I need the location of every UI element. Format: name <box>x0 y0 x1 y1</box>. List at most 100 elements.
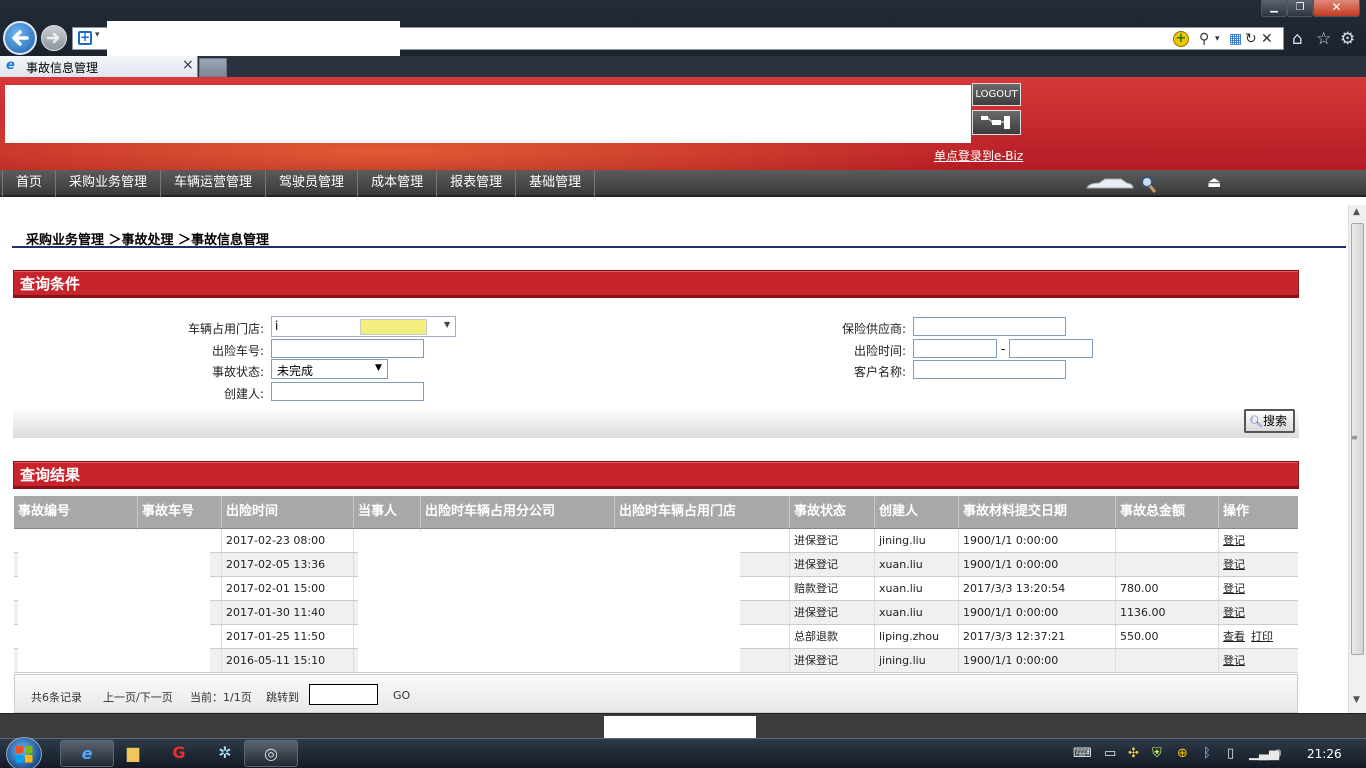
store-select[interactable]: i ▼ <box>271 316 456 337</box>
tab-accident-info[interactable]: e 事故信息管理 × <box>0 56 198 77</box>
pagination-bar: 共6条记录 上一页/下一页 当前：1/1页 跳转到 GO <box>14 674 1298 713</box>
taskbar-remote-icon[interactable]: ◎ <box>244 740 298 767</box>
insurer-label: 保险供应商: <box>841 322 906 336</box>
column-header[interactable]: 出险时车辆占用门店 <box>615 496 790 528</box>
status-select[interactable]: 未完成 ▼ <box>271 359 388 379</box>
column-header[interactable]: 事故总金额 <box>1116 496 1219 528</box>
customer-label: 客户名称: <box>853 365 906 379</box>
column-header[interactable]: 创建人 <box>875 496 959 528</box>
refresh-icon[interactable]: ↻ <box>1245 31 1257 47</box>
jump-page-input[interactable] <box>309 684 378 705</box>
column-header[interactable]: 操作 <box>1219 496 1298 528</box>
forward-button[interactable] <box>41 25 67 51</box>
column-header[interactable]: 事故状态 <box>790 496 875 528</box>
search-button-label: 搜索 <box>1262 414 1287 428</box>
compatibility-icon[interactable]: + <box>1173 31 1189 47</box>
results-section-header: 查询结果 <box>13 461 1299 489</box>
menu-item-home[interactable]: 首页 <box>3 170 57 197</box>
network-app-icon[interactable]: ✣ <box>1128 746 1139 761</box>
sitemap-button[interactable] <box>972 110 1021 135</box>
compatibility-icon[interactable]: ⊕ <box>1177 746 1188 761</box>
volume-icon[interactable]: 🔊︎ <box>1273 746 1281 761</box>
header-logo-redacted <box>5 85 971 143</box>
creator-input[interactable] <box>271 382 424 401</box>
start-button[interactable] <box>6 737 42 768</box>
clock[interactable]: 21:26 <box>1307 747 1342 761</box>
cell-submit-date: 1900/1/1 0:00:00 <box>959 601 1116 624</box>
action-link[interactable]: 打印 <box>1251 630 1273 643</box>
column-header[interactable]: 出险时间 <box>222 496 354 528</box>
action-link[interactable]: 登记 <box>1223 654 1245 667</box>
menu-item-cost[interactable]: 成本管理 <box>358 170 438 197</box>
column-header[interactable]: 事故编号 <box>14 496 138 528</box>
chevron-down-icon[interactable]: ▼ <box>444 320 450 329</box>
footer-bar <box>0 713 1366 738</box>
query-section-header: 查询条件 <box>13 270 1299 298</box>
main-menu-bar: 首页 采购业务管理 车辆运营管理 驾驶员管理 成本管理 报表管理 基础管理 ⏏ <box>0 170 1366 197</box>
battery-icon[interactable]: ▯ <box>1227 746 1234 761</box>
action-link[interactable]: 登记 <box>1223 606 1245 619</box>
new-tab-button[interactable] <box>199 58 227 77</box>
shield-icon[interactable]: ⛨ <box>1152 746 1162 761</box>
actions-cell: 登记 <box>1219 529 1298 552</box>
time-from-input[interactable] <box>913 339 997 358</box>
scroll-down-icon[interactable]: ▼ <box>1353 695 1360 705</box>
stop-icon[interactable]: ✕ <box>1261 31 1273 47</box>
cell-status: 赔款登记 <box>790 577 875 600</box>
column-header[interactable]: 事故材料提交日期 <box>959 496 1116 528</box>
insurer-input[interactable] <box>913 317 1066 336</box>
address-bar[interactable]: + ▾ + ⚲ ▾ ▦ ↻ ✕ <box>72 21 1284 56</box>
address-url-redacted[interactable] <box>107 21 400 56</box>
search-dropdown-icon[interactable]: ▾ <box>1215 31 1220 47</box>
action-link[interactable]: 登记 <box>1223 534 1245 547</box>
back-button[interactable] <box>3 21 37 55</box>
action-link[interactable]: 查看 <box>1223 630 1245 643</box>
action-link[interactable]: 登记 <box>1223 558 1245 571</box>
sso-ebiz-link[interactable]: 单点登录到e-Biz <box>934 147 1023 164</box>
cell-time: 2017-02-05 13:36 <box>222 553 354 576</box>
app-header: LOGOUT 单点登录到e-Biz <box>0 77 1366 170</box>
customer-input[interactable] <box>913 360 1066 379</box>
cell-creator: jining.liu <box>875 529 959 552</box>
maximize-button[interactable]: ❐ <box>1287 0 1313 17</box>
chevron-down-icon[interactable]: ▼ <box>375 363 382 373</box>
column-header[interactable]: 事故车号 <box>138 496 222 528</box>
search-button[interactable]: 🔍︎搜索 <box>1244 409 1295 433</box>
time-to-input[interactable] <box>1009 339 1093 358</box>
column-header[interactable]: 出险时车辆占用分公司 <box>421 496 615 528</box>
plate-label: 出险车号: <box>211 344 264 358</box>
compat-view-icon[interactable]: ▦ <box>1229 31 1242 47</box>
bluetooth-icon[interactable]: ᛒ <box>1203 746 1211 761</box>
keyboard-icon[interactable]: ⌨ <box>1073 746 1092 761</box>
eject-icon[interactable]: ⏏ <box>1207 173 1221 191</box>
address-dropdown-icon[interactable]: ▾ <box>95 30 100 40</box>
menu-item-purchasing[interactable]: 采购业务管理 <box>56 170 162 197</box>
home-icon[interactable]: ⌂ <box>1292 29 1303 49</box>
prev-next-link[interactable]: 上一页/下一页 <box>103 689 173 705</box>
monitor-icon[interactable]: ▭ <box>1104 746 1116 761</box>
vertical-scrollbar[interactable]: ▲ ≡ ▼ <box>1348 205 1366 713</box>
search-icon[interactable]: ⚲ <box>1199 31 1209 47</box>
gear-icon[interactable]: ⚙ <box>1340 29 1355 49</box>
scroll-up-icon[interactable]: ▲ <box>1353 207 1360 217</box>
logout-button[interactable]: LOGOUT <box>972 83 1021 106</box>
table-header-row: 事故编号 事故车号 出险时间 当事人 出险时车辆占用分公司 出险时车辆占用门店 … <box>14 496 1298 529</box>
menu-item-vehicle-ops[interactable]: 车辆运营管理 <box>161 170 267 197</box>
menu-item-driver[interactable]: 驾驶员管理 <box>266 170 359 197</box>
cell-amount <box>1116 529 1219 552</box>
menu-item-basic[interactable]: 基础管理 <box>516 170 596 197</box>
favorites-star-icon[interactable]: ☆ <box>1316 29 1331 49</box>
close-icon[interactable]: × <box>182 57 194 73</box>
car-search-icon[interactable] <box>1085 174 1157 194</box>
plate-input[interactable] <box>271 339 424 358</box>
menu-item-reports[interactable]: 报表管理 <box>437 170 517 197</box>
cell-creator: xuan.liu <box>875 553 959 576</box>
go-button[interactable]: GO <box>393 689 410 702</box>
cell-amount <box>1116 649 1219 672</box>
actions-cell: 登记 <box>1219 649 1298 672</box>
close-window-button[interactable]: ✕ <box>1313 0 1360 17</box>
action-link[interactable]: 登记 <box>1223 582 1245 595</box>
minimize-button[interactable]: ▁ <box>1261 0 1287 17</box>
column-header[interactable]: 当事人 <box>354 496 421 528</box>
creator-label: 创建人: <box>223 387 264 401</box>
